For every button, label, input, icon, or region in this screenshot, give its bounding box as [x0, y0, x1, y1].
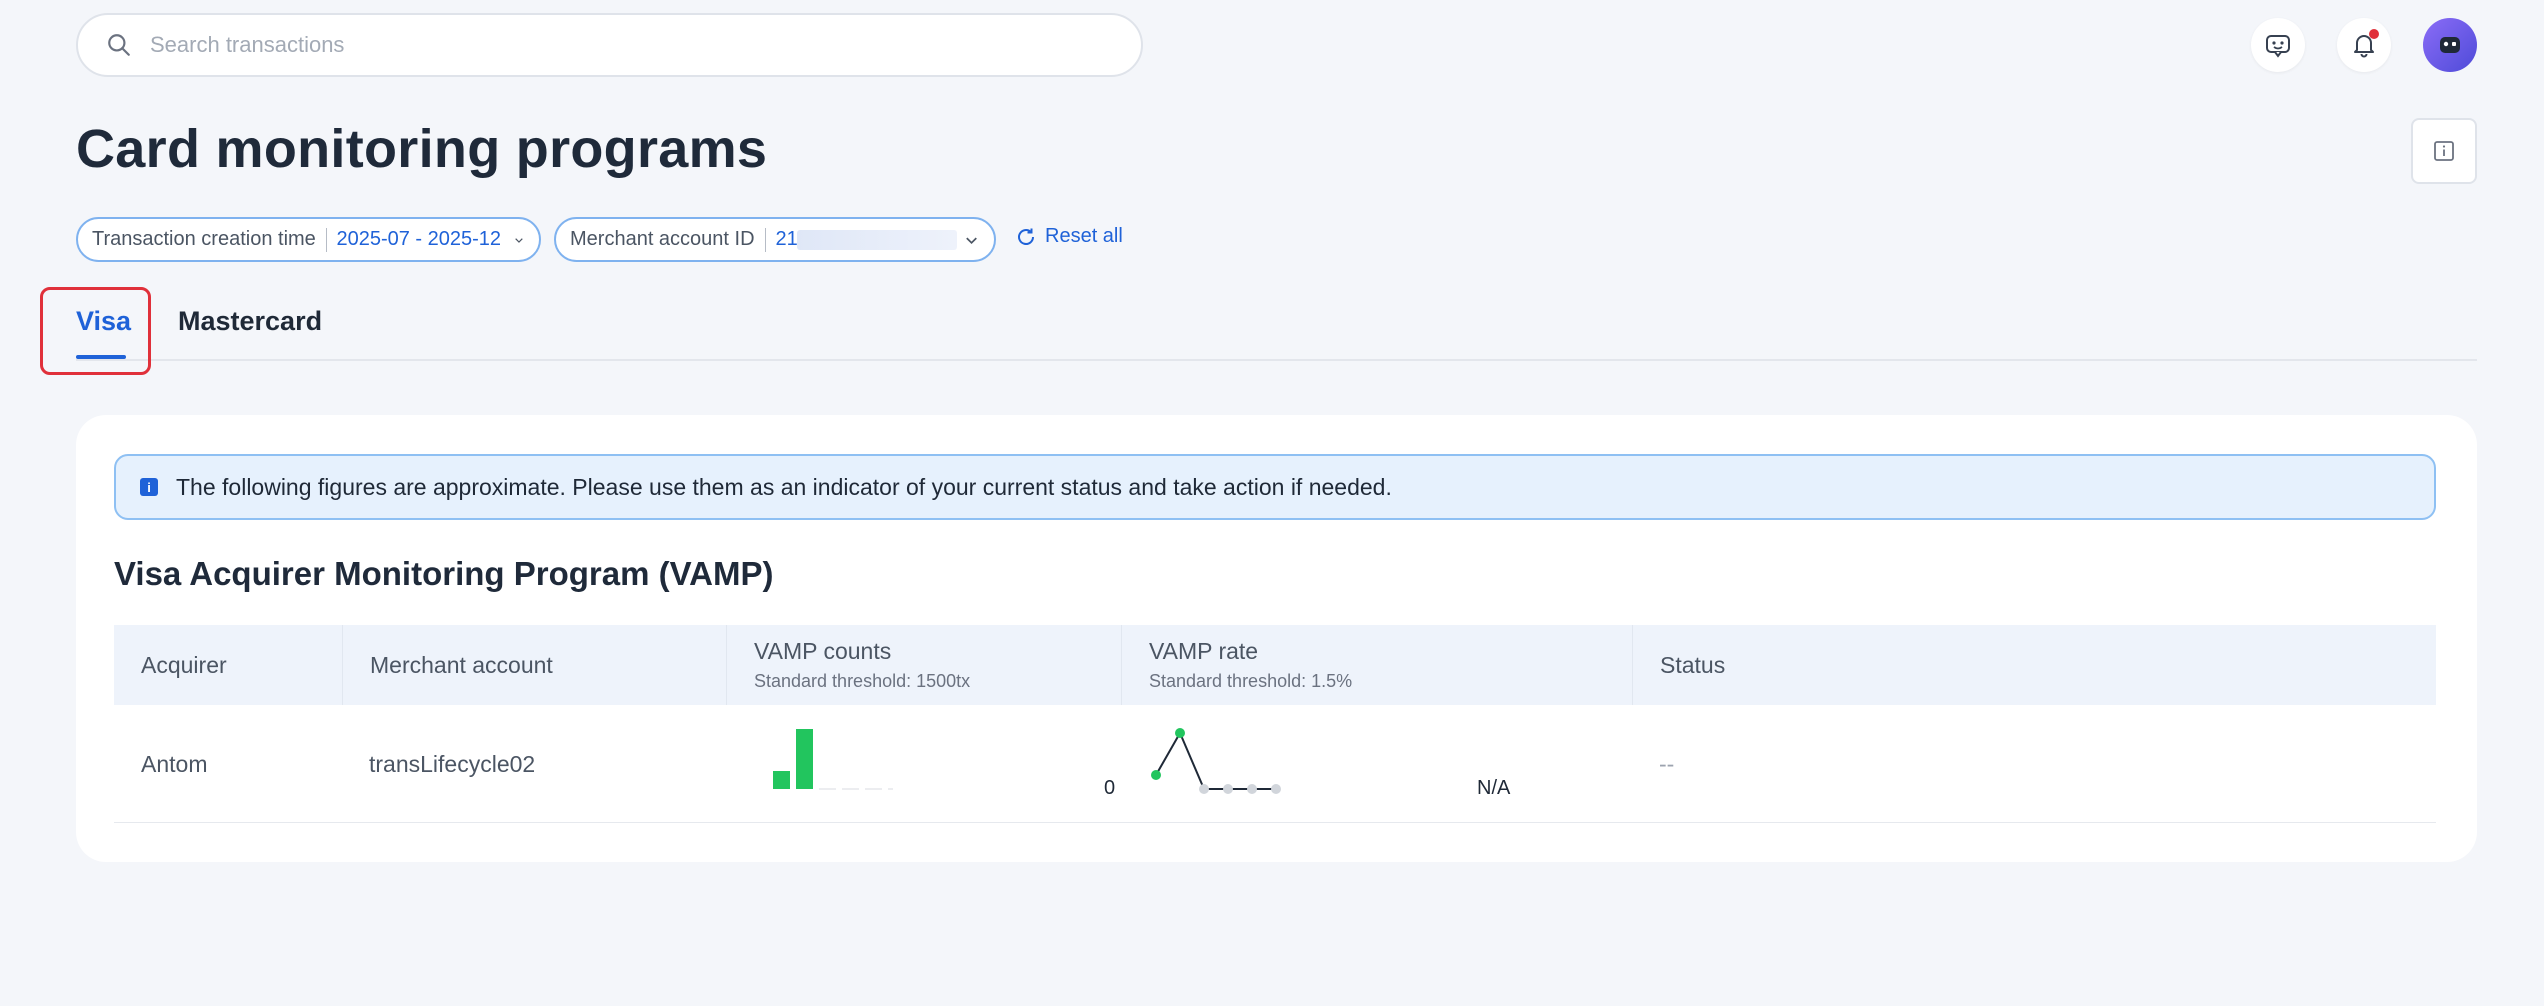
notice-text: The following figures are approximate. P…: [176, 473, 1392, 500]
column-status: Status: [1632, 625, 2436, 705]
notification-dot: [2369, 29, 2379, 39]
table-row[interactable]: Antom transLifecycle02 0 N/A --: [114, 705, 2436, 823]
tab-mastercard[interactable]: Mastercard: [178, 306, 322, 337]
rate-point: [1151, 770, 1161, 780]
filter-label: Transaction creation time: [92, 228, 316, 250]
count-bar: [773, 771, 790, 789]
filter-value: 21: [775, 227, 798, 250]
search-icon: [108, 34, 130, 56]
reset-all-button[interactable]: Reset all: [1015, 225, 1123, 248]
approximate-figures-notice: i The following figures are approximate.…: [114, 454, 2436, 520]
vamp-card: i The following figures are approximate.…: [76, 415, 2477, 862]
filter-merchant-account[interactable]: Merchant account ID 21: [554, 217, 996, 262]
rate-point: [1199, 784, 1209, 794]
count-bar: [796, 729, 813, 789]
page-title: Card monitoring programs: [76, 119, 768, 179]
filter-label: Merchant account ID: [570, 228, 755, 250]
chatbot-icon: [2266, 35, 2290, 58]
rate-point: [1175, 728, 1185, 738]
column-acquirer: Acquirer: [141, 651, 227, 678]
info-button[interactable]: [2411, 118, 2477, 184]
refresh-icon: [1018, 228, 1034, 245]
vamp-counts-sparkline: [773, 729, 893, 790]
vamp-counts-value: 0: [1104, 777, 1116, 799]
column-vamp-counts: VAMP counts Standard threshold: 1500tx: [726, 625, 1121, 705]
rate-point: [1223, 784, 1233, 794]
filter-value: 2025-07 - 2025-12: [336, 228, 502, 250]
section-title: Visa Acquirer Monitoring Program (VAMP): [114, 555, 774, 592]
reset-all-label: Reset all: [1045, 225, 1123, 247]
rate-point: [1247, 784, 1257, 794]
cell-merchant-account: transLifecycle02: [369, 750, 536, 777]
column-merchant-account: Merchant account: [342, 625, 726, 705]
notifications-button[interactable]: [2337, 18, 2391, 72]
cell-status: --: [1659, 750, 1675, 777]
filter-transaction-time[interactable]: Transaction creation time 2025-07 - 2025…: [76, 217, 541, 262]
tab-visa-highlight: [40, 287, 151, 375]
cell-acquirer: Antom: [141, 750, 208, 777]
info-icon: [2434, 141, 2454, 161]
merchant-id-redacted: 21: [775, 227, 958, 250]
info-icon: i: [140, 478, 158, 496]
vamp-rate-sparkline: [1151, 728, 1281, 794]
vamp-rate-value: N/A: [1477, 777, 1511, 799]
robot-avatar-icon: [2440, 37, 2460, 53]
tabs-divider: [76, 359, 2477, 361]
table-header: Acquirer Merchant account VAMP counts St…: [114, 625, 2436, 705]
chevron-down-icon: [966, 236, 977, 244]
chevron-down-icon: [515, 237, 523, 243]
avatar[interactable]: [2423, 18, 2477, 72]
feedback-button[interactable]: [2251, 18, 2305, 72]
column-vamp-rate: VAMP rate Standard threshold: 1.5%: [1121, 625, 1632, 705]
search-bar[interactable]: [76, 13, 1143, 77]
rate-line: [1155, 730, 1276, 790]
rate-point: [1271, 784, 1281, 794]
search-input[interactable]: [150, 32, 1050, 58]
